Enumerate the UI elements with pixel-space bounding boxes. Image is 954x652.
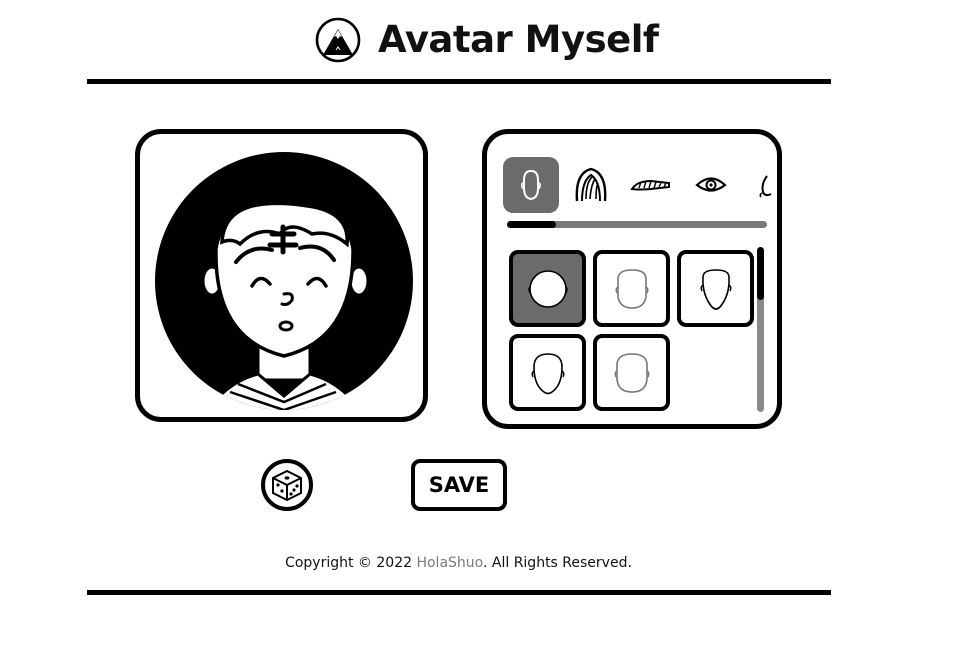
feature-editor [482, 129, 782, 429]
nose-icon [759, 175, 772, 198]
tab-eyebrows[interactable] [623, 157, 679, 213]
header-divider [87, 79, 831, 84]
brand-link[interactable]: HolaShuo [416, 555, 483, 571]
footer-divider [87, 590, 831, 595]
tab-face[interactable] [503, 157, 559, 213]
app-title: Avatar Myself [378, 18, 659, 61]
category-scrollbar-thumb[interactable] [507, 221, 557, 228]
options-scrollbar[interactable] [757, 247, 764, 412]
tab-eyes[interactable] [683, 157, 739, 213]
eyebrows-icon [630, 179, 670, 191]
avatar-preview [135, 129, 428, 422]
tab-hair[interactable] [563, 157, 619, 213]
face-option-icon [531, 352, 564, 394]
footer-copyright: Copyright © 2022 HolaShuo. All Rights Re… [0, 555, 917, 571]
randomize-button[interactable] [261, 459, 313, 511]
category-scrollbar[interactable] [507, 221, 767, 228]
copyright-suffix: . All Rights Reserved. [482, 555, 632, 571]
save-button[interactable]: SAVE [411, 459, 507, 511]
copyright-prefix: Copyright © 2022 [285, 555, 417, 571]
face-option-icon [700, 268, 731, 310]
option-face-4[interactable] [509, 334, 586, 411]
option-face-2[interactable] [593, 250, 670, 327]
hair-icon [575, 167, 607, 202]
face-option-icon [614, 352, 649, 393]
avatar-face-icon [155, 152, 413, 410]
options-scrollbar-thumb[interactable] [757, 247, 764, 300]
tab-nose[interactable] [737, 157, 777, 213]
page: Avatar Myself SAVE Copyright © 2022 Hola… [0, 0, 954, 652]
dice-icon [272, 469, 302, 502]
option-face-5[interactable] [593, 334, 670, 411]
option-face-3[interactable] [677, 250, 754, 327]
face-shape-icon [520, 169, 542, 201]
face-option-icon [615, 268, 648, 309]
mountain-logo-icon [315, 17, 361, 63]
eye-icon [695, 177, 727, 192]
option-face-1[interactable] [509, 250, 586, 327]
face-option-icon [527, 269, 568, 308]
